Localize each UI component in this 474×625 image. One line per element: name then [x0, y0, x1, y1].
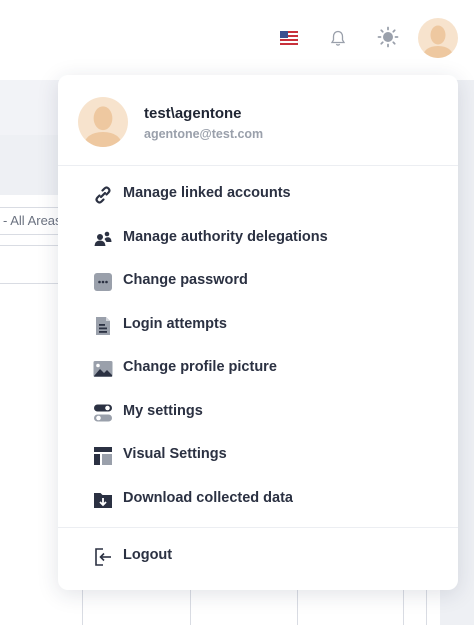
user-dropdown-menu: test\agentone agentone@test.com Manage l…	[58, 75, 458, 590]
avatar	[78, 97, 128, 147]
bell-icon[interactable]	[329, 29, 347, 47]
menu-item-manage-authority-delegations[interactable]: Manage authority delegations	[58, 218, 458, 258]
document-icon	[92, 315, 114, 337]
menu-item-change-profile-picture[interactable]: Change profile picture	[58, 348, 458, 388]
menu-item-login-attempts[interactable]: Login attempts	[58, 305, 458, 345]
user-profile-header: test\agentone agentone@test.com	[58, 75, 458, 166]
table-column-divider	[426, 590, 427, 625]
logout-icon	[92, 546, 114, 568]
password-icon	[92, 271, 114, 293]
sun-icon[interactable]	[377, 26, 399, 48]
top-header-bar	[0, 0, 474, 80]
menu-item-label: My settings	[123, 403, 203, 419]
table-column-divider	[297, 590, 298, 625]
link-icon	[92, 184, 114, 206]
menu-item-label: Manage authority delegations	[123, 229, 328, 245]
logout-label: Logout	[123, 547, 173, 563]
menu-item-label: Login attempts	[123, 316, 227, 332]
menu-item-label: Change profile picture	[123, 359, 277, 375]
menu-item-change-password[interactable]: Change password	[58, 261, 458, 301]
toggles-icon	[92, 402, 114, 424]
menu-item-manage-linked-accounts[interactable]: Manage linked accounts	[58, 174, 458, 214]
menu-item-label: Visual Settings	[123, 446, 227, 462]
avatar-icon	[422, 25, 454, 58]
menu-item-visual-settings[interactable]: Visual Settings	[58, 435, 458, 475]
menu-divider	[58, 527, 458, 528]
divider	[0, 245, 60, 246]
menu-item-label: Manage linked accounts	[123, 185, 291, 201]
table-column-divider	[190, 590, 191, 625]
menu-item-label: Change password	[123, 272, 248, 288]
table-column-divider	[403, 590, 404, 625]
logout-button[interactable]: Logout	[58, 536, 458, 576]
menu-item-my-settings[interactable]: My settings	[58, 392, 458, 432]
user-avatar-button[interactable]	[418, 18, 458, 58]
menu-item-label: Download collected data	[123, 490, 293, 506]
image-icon	[92, 358, 114, 380]
avatar-icon	[83, 106, 123, 147]
table-column-divider	[82, 590, 83, 625]
menu-item-download-collected-data[interactable]: Download collected data	[58, 479, 458, 519]
layout-icon	[92, 445, 114, 467]
people-icon	[92, 228, 114, 250]
user-email: agentone@test.com	[144, 127, 264, 141]
folder-download-icon	[92, 489, 114, 511]
user-name: test\agentone	[144, 105, 242, 122]
divider	[0, 283, 60, 284]
us-flag-icon[interactable]	[280, 31, 298, 45]
